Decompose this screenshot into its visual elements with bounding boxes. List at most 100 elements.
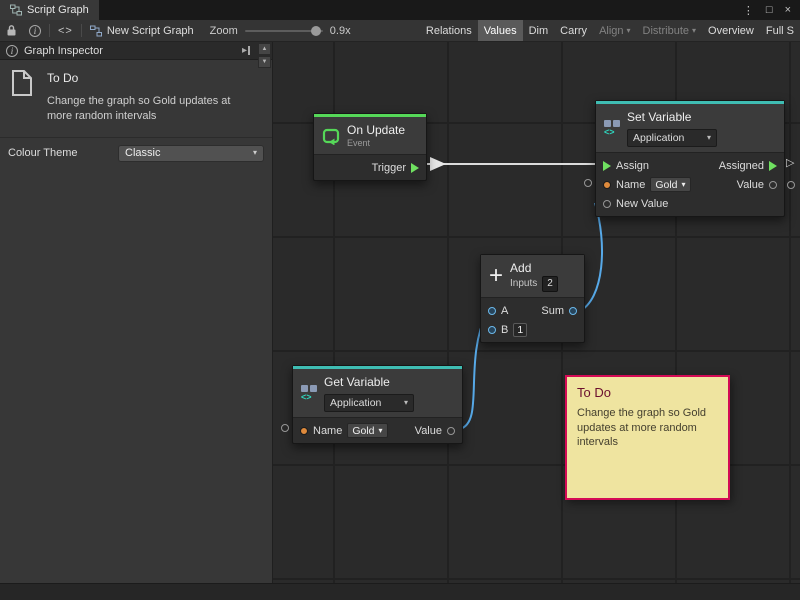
- close-icon[interactable]: ×: [785, 4, 791, 16]
- chevron-down-icon: ▾: [404, 399, 408, 407]
- inspector-scroll-buttons: ▲ ▼: [258, 43, 271, 68]
- name-value: Gold: [655, 179, 677, 191]
- toolbar-buttons: Relations Values Dim Carry Align▾ Distri…: [420, 20, 800, 41]
- inspector-toggle-button[interactable]: i: [23, 20, 47, 41]
- maximize-icon[interactable]: □: [766, 4, 773, 16]
- name-port[interactable]: [300, 427, 308, 435]
- input-a-label: A: [501, 305, 508, 317]
- node-header: On Update Event: [314, 117, 426, 155]
- fullscreen-button[interactable]: Full S: [760, 20, 800, 41]
- graph-canvas[interactable]: On Update Event Trigger <> Set Va: [273, 42, 800, 583]
- variable-icon: <>: [301, 385, 317, 402]
- zoom-control: Zoom 0.9x: [210, 25, 351, 37]
- node-header: <> Set Variable Application ▾: [596, 104, 784, 153]
- scroll-up-button[interactable]: ▲: [258, 43, 271, 55]
- code-preview-icon[interactable]: <>: [52, 20, 79, 41]
- button-label: Full S: [766, 25, 794, 37]
- tab-script-graph[interactable]: Script Graph: [0, 0, 99, 20]
- variable-scope-dropdown[interactable]: Application ▾: [627, 129, 717, 147]
- node-title: On Update: [347, 122, 405, 138]
- name-value: Gold: [352, 425, 374, 437]
- lock-button[interactable]: [0, 20, 23, 41]
- node-add[interactable]: + Add Inputs 2 A Sum: [480, 254, 585, 343]
- window-menu-icon[interactable]: ⋮: [743, 4, 754, 17]
- graph-summary-text: To Do Change the graph so Gold updates a…: [47, 69, 252, 125]
- carry-button[interactable]: Carry: [554, 20, 593, 41]
- external-value-port[interactable]: [787, 181, 795, 189]
- input-b-value-field[interactable]: 1: [513, 323, 527, 337]
- node-get-variable[interactable]: <> Get Variable Application ▾ Name Gold: [292, 365, 463, 444]
- value-out-port[interactable]: [447, 427, 455, 435]
- button-label: Values: [484, 25, 517, 37]
- window-controls: ⋮ □ ×: [743, 0, 800, 20]
- button-label: Relations: [426, 25, 472, 37]
- button-label: Carry: [560, 25, 587, 37]
- variable-icon-brackets: <>: [301, 393, 312, 402]
- overview-button[interactable]: Overview: [702, 20, 760, 41]
- sum-out-port[interactable]: [569, 307, 577, 315]
- value-out-port[interactable]: [769, 181, 777, 189]
- trigger-flow-out-port[interactable]: [411, 163, 419, 173]
- name-label: Name: [616, 179, 645, 191]
- tab-label: Script Graph: [27, 4, 89, 16]
- variable-icon-squares: [604, 120, 620, 127]
- dock-bar: [248, 46, 250, 55]
- node-body: A Sum B 1: [481, 298, 584, 342]
- variable-name-dropdown[interactable]: Gold ▾: [650, 177, 690, 192]
- variable-scope-dropdown[interactable]: Application ▾: [324, 394, 414, 412]
- set-variable-name-edge-port[interactable]: [584, 179, 592, 187]
- dim-button[interactable]: Dim: [523, 20, 555, 41]
- dock-icon[interactable]: ▸: [242, 45, 250, 56]
- status-bar: [0, 583, 800, 600]
- input-b-port[interactable]: [488, 326, 496, 334]
- inspector-title: Graph Inspector: [24, 45, 103, 57]
- sum-label: Sum: [541, 305, 564, 317]
- expand-icon: ▸: [242, 45, 247, 56]
- name-value-port-row: Name Gold ▾ Value: [293, 421, 462, 440]
- node-title: Add: [510, 260, 558, 276]
- graph-name: New Script Graph: [107, 25, 194, 37]
- align-button[interactable]: Align▾: [593, 20, 636, 41]
- inputs-count[interactable]: 2: [542, 276, 558, 292]
- input-b-label: B: [501, 324, 508, 336]
- chevron-down-icon: ▾: [692, 27, 696, 35]
- zoom-slider[interactable]: [245, 30, 323, 32]
- node-header: + Add Inputs 2: [481, 255, 584, 298]
- node-title-block: On Update Event: [347, 122, 405, 149]
- name-port[interactable]: [603, 181, 611, 189]
- distribute-button[interactable]: Distribute▾: [637, 20, 702, 41]
- graph-toolbar: i <> New Script Graph Zoom 0.9x Relation…: [0, 20, 800, 42]
- scroll-down-button[interactable]: ▼: [258, 56, 271, 68]
- assigned-flow-out-port[interactable]: [769, 161, 777, 171]
- variable-name-dropdown[interactable]: Gold ▾: [347, 423, 387, 438]
- variable-icon-brackets: <>: [604, 128, 615, 137]
- name-port-row: Name Gold ▾ Value: [596, 175, 784, 194]
- new-value-in-port[interactable]: [603, 200, 611, 208]
- graph-asset-icon: [90, 25, 102, 37]
- relations-button[interactable]: Relations: [420, 20, 478, 41]
- node-title-block: Set Variable Application ▾: [627, 109, 717, 147]
- input-a-port[interactable]: [488, 307, 496, 315]
- colour-theme-dropdown[interactable]: Classic ▾: [118, 145, 264, 162]
- sticky-note-body: Change the graph so Gold updates at more…: [577, 406, 718, 450]
- value-label: Value: [737, 179, 764, 191]
- carry-arrow-icon: ▷: [786, 156, 794, 169]
- graph-asset[interactable]: New Script Graph: [84, 25, 200, 37]
- inputs-row: Inputs 2: [510, 276, 558, 292]
- node-set-variable[interactable]: <> Set Variable Application ▾ Assign Ass…: [595, 100, 785, 217]
- node-body: Name Gold ▾ Value: [293, 418, 462, 443]
- get-variable-name-edge-port[interactable]: [281, 424, 289, 432]
- node-on-update[interactable]: On Update Event Trigger: [313, 113, 427, 181]
- toolbar-separator: [81, 24, 82, 37]
- chevron-down-icon: ▾: [379, 427, 383, 435]
- colour-theme-label: Colour Theme: [8, 147, 118, 159]
- variable-icon-squares: [301, 385, 317, 392]
- sticky-note[interactable]: To Do Change the graph so Gold updates a…: [565, 375, 730, 500]
- scope-value: Application: [633, 132, 684, 144]
- b-port-row: B 1: [481, 320, 584, 339]
- chevron-down-icon: ▾: [707, 134, 711, 142]
- zoom-slider-handle[interactable]: [311, 26, 321, 36]
- assign-flow-in-port[interactable]: [603, 161, 611, 171]
- node-title: Set Variable: [627, 109, 717, 125]
- values-button[interactable]: Values: [478, 20, 523, 41]
